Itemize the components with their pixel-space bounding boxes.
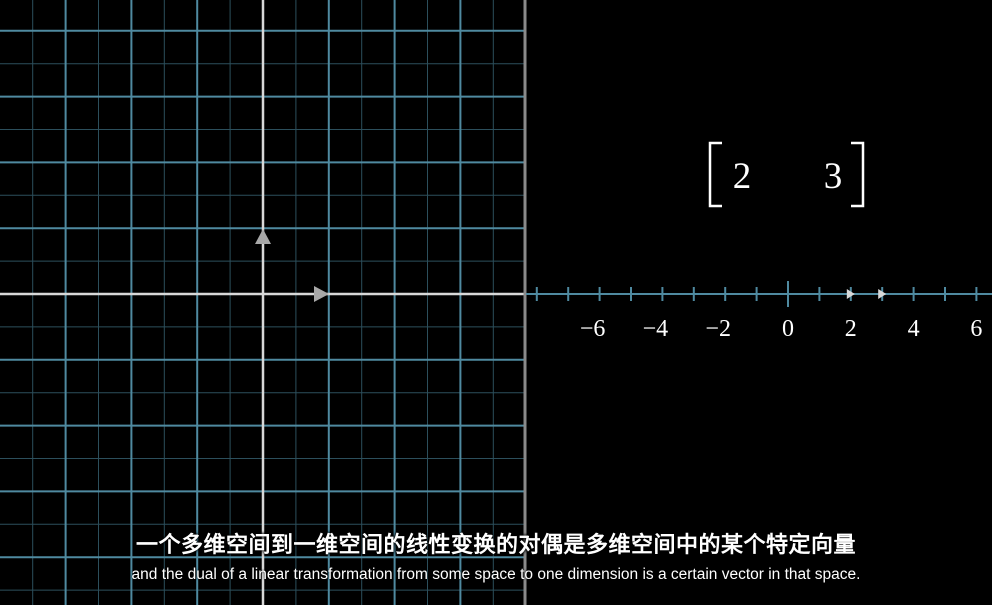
- number-line-tick-label: 0: [782, 316, 794, 342]
- basis-vector-j-arrowhead: [255, 229, 271, 244]
- matrix-entry-2: 3: [824, 156, 843, 197]
- basis-vector-i-arrowhead: [314, 286, 329, 302]
- number-line-tick-label: −6: [580, 316, 606, 342]
- matrix-entry-1: 2: [733, 156, 752, 197]
- scene: −6 −4 −2 0 2 4 6 2 3: [0, 0, 992, 605]
- number-line-tick-label: 6: [970, 316, 982, 342]
- matrix-left-bracket: [708, 141, 722, 208]
- number-line-tick-label: −2: [705, 316, 731, 342]
- row-matrix: 2 3: [708, 141, 865, 208]
- number-line-labels: −6 −4 −2 0 2 4 6: [580, 316, 983, 342]
- number-line: −6 −4 −2 0 2 4 6: [526, 281, 992, 342]
- subtitle-chinese: 一个多维空间到一维空间的线性变换的对偶是多维空间中的某个特定向量: [135, 533, 856, 558]
- number-line-tick-label: 4: [908, 316, 920, 342]
- grid-panel: [0, 0, 524, 605]
- number-line-tick-label: −4: [643, 316, 669, 342]
- matrix-right-bracket: [851, 141, 865, 208]
- number-line-tick-label: 2: [845, 316, 857, 342]
- subtitle-english: and the dual of a linear transformation …: [131, 566, 861, 583]
